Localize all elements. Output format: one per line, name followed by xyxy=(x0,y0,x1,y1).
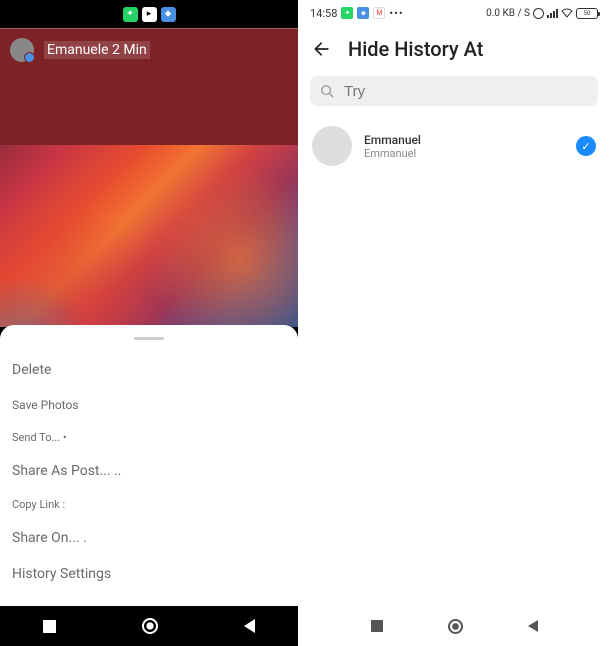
app-icon: ⬥ xyxy=(357,7,369,19)
avatar xyxy=(312,126,352,166)
app-icon-2: ⬥ xyxy=(161,7,176,22)
signal-icon xyxy=(547,8,558,18)
back-button[interactable] xyxy=(528,620,538,632)
right-status-bar: 14:58 ✦ ⬥ M ••• 0.0 KB / S 50 xyxy=(298,0,610,26)
whatsapp-icon: ✦ xyxy=(341,7,353,19)
recent-apps-button[interactable] xyxy=(43,620,56,633)
user-subtitle: Emmanuel xyxy=(364,147,564,160)
avatar[interactable] xyxy=(10,38,34,62)
gmail-icon: M xyxy=(373,7,385,19)
options-sheet: Delete Save Photos Send To... • Share As… xyxy=(0,325,298,606)
alarm-icon xyxy=(533,8,544,19)
story-content[interactable] xyxy=(0,70,298,327)
check-icon[interactable]: ✓ xyxy=(576,136,596,156)
back-button[interactable] xyxy=(244,619,255,633)
send-to-option[interactable]: Send To... • xyxy=(10,422,288,453)
search-icon xyxy=(320,84,334,98)
right-header: Hide History At xyxy=(298,26,610,72)
user-name: Emmanuel xyxy=(364,133,564,147)
whatsapp-icon: ✦ xyxy=(123,7,138,22)
back-arrow-icon[interactable] xyxy=(312,39,332,59)
right-nav-bar xyxy=(298,606,610,646)
story-username: Emanuele 2 Min xyxy=(44,41,150,59)
copy-link-option[interactable]: Copy Link : xyxy=(10,489,288,520)
status-time: 14:58 xyxy=(310,7,337,20)
wifi-icon xyxy=(561,8,573,18)
page-title: Hide History At xyxy=(348,37,483,61)
data-rate: 0.0 KB / S xyxy=(486,8,530,19)
recent-apps-button[interactable] xyxy=(371,620,383,632)
right-phone-screen: 14:58 ✦ ⬥ M ••• 0.0 KB / S 50 Hide Histo… xyxy=(298,0,610,646)
story-header: Emanuele 2 Min xyxy=(0,28,298,70)
left-phone-screen: ✦ ▸ ⬥ Emanuele 2 Min Delete Save Photos … xyxy=(0,0,298,646)
list-item[interactable]: Emmanuel Emmanuel ✓ xyxy=(312,122,596,170)
search-input[interactable] xyxy=(344,83,588,100)
left-status-bar: ✦ ▸ ⬥ xyxy=(0,0,298,28)
sheet-handle[interactable] xyxy=(134,337,164,340)
search-bar[interactable] xyxy=(310,76,598,106)
app-icon: ▸ xyxy=(142,7,157,22)
share-on-option[interactable]: Share On... . xyxy=(10,520,288,556)
user-list: Emmanuel Emmanuel ✓ xyxy=(298,116,610,176)
home-button[interactable] xyxy=(142,618,158,634)
home-button[interactable] xyxy=(448,619,463,634)
share-as-post-option[interactable]: Share As Post... .. xyxy=(10,453,288,489)
save-photos-option[interactable]: Save Photos xyxy=(10,388,288,422)
battery-icon: 50 xyxy=(576,8,598,19)
left-nav-bar xyxy=(0,606,298,646)
more-icon: ••• xyxy=(389,7,403,20)
delete-option[interactable]: Delete xyxy=(10,352,288,388)
history-settings-option[interactable]: History Settings xyxy=(10,556,288,592)
